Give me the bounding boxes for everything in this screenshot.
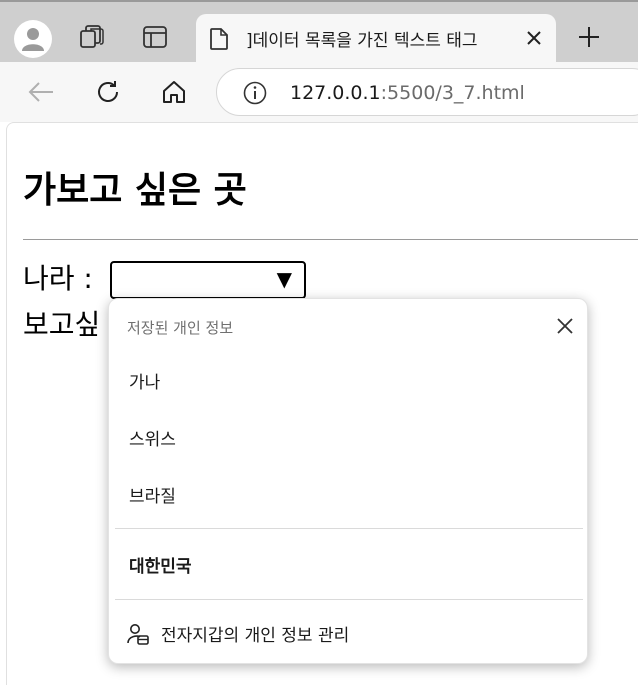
tab-close-button[interactable]: [522, 26, 546, 50]
url-host: 127.0.0.1: [290, 82, 381, 104]
back-button[interactable]: [25, 76, 57, 108]
home-button[interactable]: [158, 76, 190, 108]
suggestion-item[interactable]: 스위스: [129, 425, 176, 450]
url-path: :5500/3_7.html: [380, 82, 525, 104]
want-label: 보고싶: [23, 308, 101, 341]
suggestion-item[interactable]: 브라질: [129, 482, 176, 507]
manage-wallet-label: 전자지갑의 개인 정보 관리: [161, 626, 350, 646]
tab-actions-icon: [143, 26, 167, 48]
horizontal-rule: [23, 239, 638, 240]
tab-strip: ]데이터 목록을 가진 텍스트 태그: [0, 0, 638, 64]
info-icon[interactable]: [243, 81, 267, 105]
suggestion-item-highlighted[interactable]: 대한민국: [129, 552, 192, 577]
reload-icon: [98, 81, 118, 102]
popup-divider: [115, 528, 583, 529]
collections-icon: [80, 25, 104, 48]
close-icon: [527, 31, 541, 45]
new-tab-button[interactable]: [574, 22, 604, 52]
wallet-person-icon: [127, 623, 149, 645]
collections-button[interactable]: [78, 22, 108, 52]
address-bar[interactable]: 127.0.0.1:5500/3_7.html: [216, 68, 638, 116]
active-tab[interactable]: ]데이터 목록을 가진 텍스트 태그: [196, 14, 556, 64]
popup-divider: [115, 599, 583, 600]
manage-wallet-link[interactable]: 전자지갑의 개인 정보 관리: [127, 621, 349, 646]
reload-button[interactable]: [92, 76, 124, 108]
popup-close-button[interactable]: [554, 315, 576, 337]
popup-header: 저장된 개인 정보: [127, 319, 234, 337]
back-arrow-icon: [28, 82, 53, 102]
close-icon: [557, 318, 573, 334]
autofill-popup: 저장된 개인 정보 가나 스위스 브라질 대한민국 전자지갑의 개인 정보 관리: [108, 298, 588, 664]
page-icon: [210, 28, 228, 50]
country-label: 나라 :: [23, 262, 93, 295]
page-title: 가보고 싶은 곳: [23, 170, 247, 211]
tab-actions-button[interactable]: [140, 22, 170, 52]
home-icon: [163, 81, 185, 103]
suggestion-item[interactable]: 가나: [129, 368, 160, 393]
url-text: 127.0.0.1:5500/3_7.html: [290, 82, 525, 104]
profile-avatar[interactable]: [14, 20, 52, 58]
dropdown-arrow-icon[interactable]: ▼: [277, 269, 292, 289]
country-input[interactable]: ▼: [110, 261, 306, 299]
browser-toolbar: 127.0.0.1:5500/3_7.html: [0, 62, 638, 122]
tab-title: ]데이터 목록을 가진 텍스트 태그: [246, 31, 478, 51]
avatar-icon: [22, 28, 44, 51]
plus-icon: [579, 27, 599, 47]
